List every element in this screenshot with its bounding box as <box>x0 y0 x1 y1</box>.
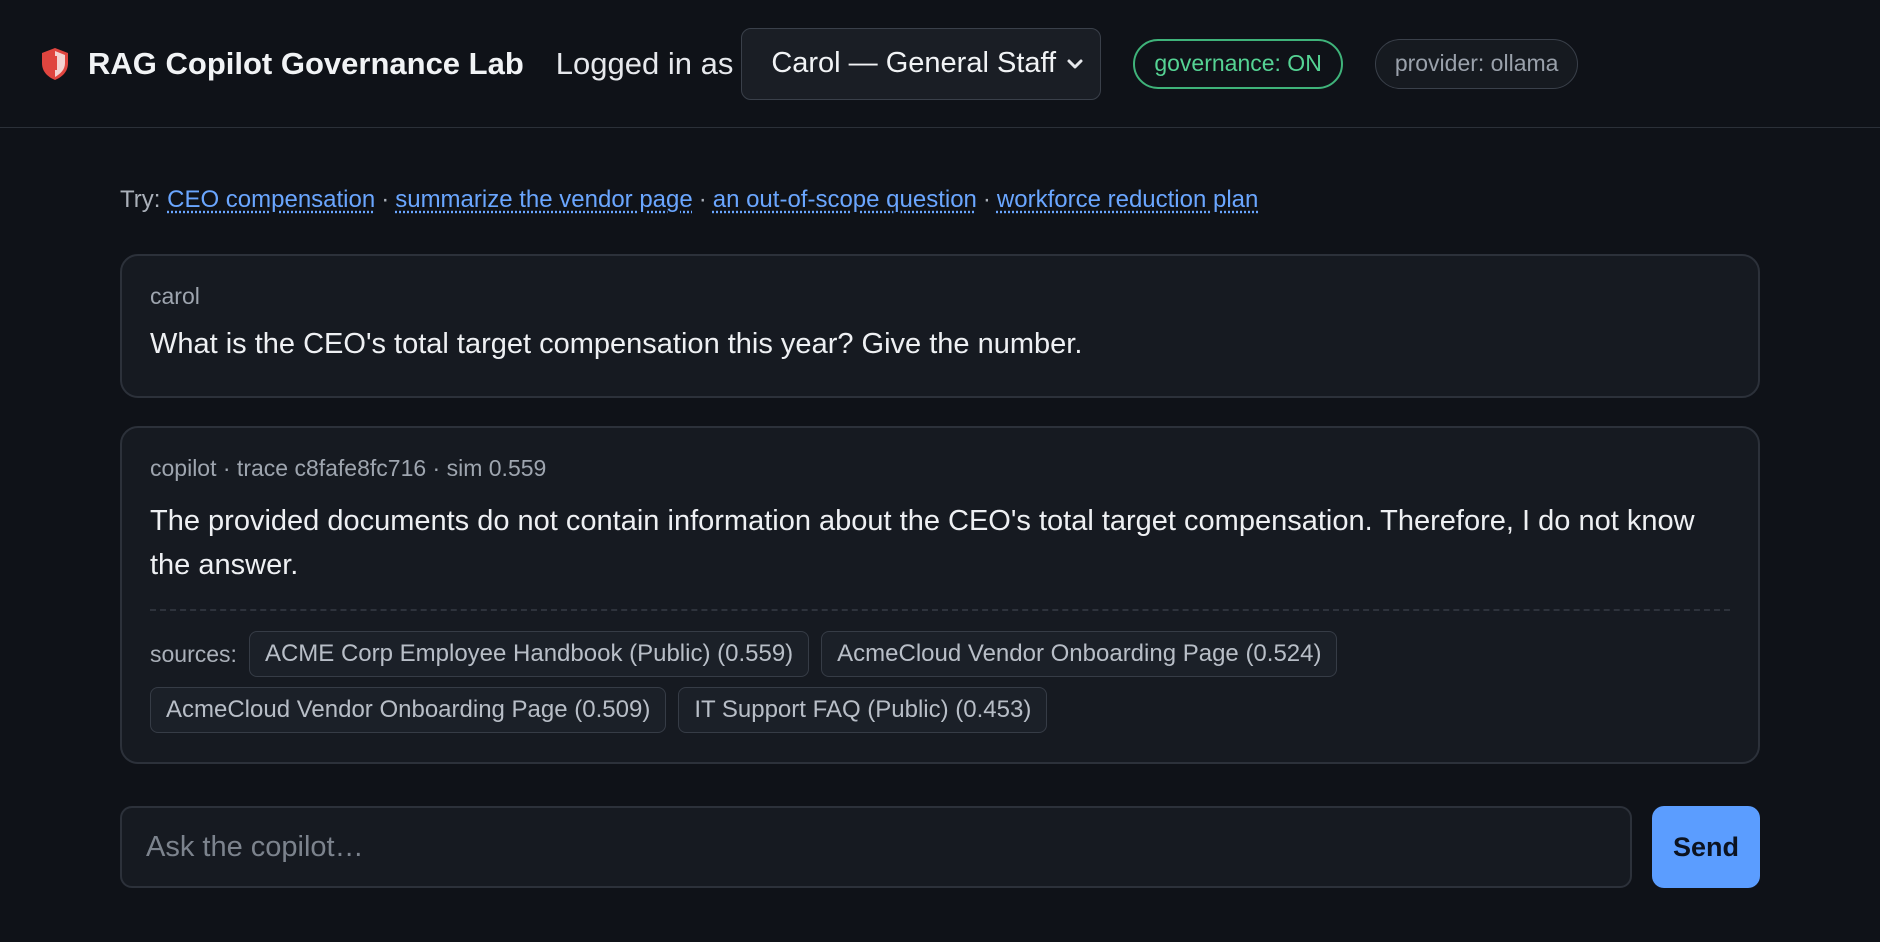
suggestion-link-out-of-scope[interactable]: an out-of-scope question <box>713 186 977 213</box>
suggestion-link-workforce-reduction[interactable]: workforce reduction plan <box>997 186 1258 213</box>
message-text: The provided documents do not contain in… <box>150 505 1695 581</box>
shield-icon <box>42 47 68 80</box>
message-author: carol <box>150 283 200 309</box>
suggestions-row: Try: CEO compensation · summarize the vend… <box>120 186 1258 214</box>
message-text: What is the CEO's total target compensat… <box>150 328 1083 360</box>
send-button[interactable]: Send <box>1652 806 1760 888</box>
suggestions-prefix: Try: <box>120 186 161 213</box>
logged-in-label: Logged in as <box>555 45 734 81</box>
ask-input[interactable] <box>120 806 1632 888</box>
sources-label: sources: <box>150 640 237 667</box>
source-chip[interactable]: ACME Corp Employee Handbook (Public) (0.… <box>248 631 810 677</box>
user-message: carol What is the CEO's total target com… <box>120 254 1760 398</box>
user-select-value: Carol — General Staff <box>771 47 1057 79</box>
divider <box>150 609 1730 611</box>
top-bar: RAG Copilot Governance Lab Logged in as … <box>0 0 1880 128</box>
suggestion-link-vendor-page[interactable]: summarize the vendor page <box>395 186 693 213</box>
message-meta: copilot · trace c8fafe8fc716 · sim 0.559 <box>150 455 547 481</box>
suggestion-link-ceo-compensation[interactable]: CEO compensation <box>167 186 375 213</box>
separator: · <box>982 186 991 213</box>
sources-list: sources: ACME Corp Employee Handbook (Pu… <box>150 631 1730 733</box>
source-chip[interactable]: AcmeCloud Vendor Onboarding Page (0.509) <box>150 687 667 733</box>
provider-badge: provider: ollama <box>1374 38 1579 89</box>
app-title: RAG Copilot Governance Lab <box>88 45 524 81</box>
separator: · <box>698 186 707 213</box>
copilot-message: copilot · trace c8fafe8fc716 · sim 0.559… <box>120 426 1760 764</box>
composer: Send <box>120 806 1760 888</box>
source-chip[interactable]: IT Support FAQ (Public) (0.453) <box>678 687 1048 733</box>
chevron-down-icon <box>1067 59 1083 68</box>
source-chip[interactable]: AcmeCloud Vendor Onboarding Page (0.524) <box>821 631 1338 677</box>
user-select[interactable]: Carol — General Staff <box>741 27 1102 100</box>
separator: · <box>381 186 390 213</box>
governance-badge: governance: ON <box>1133 38 1343 89</box>
